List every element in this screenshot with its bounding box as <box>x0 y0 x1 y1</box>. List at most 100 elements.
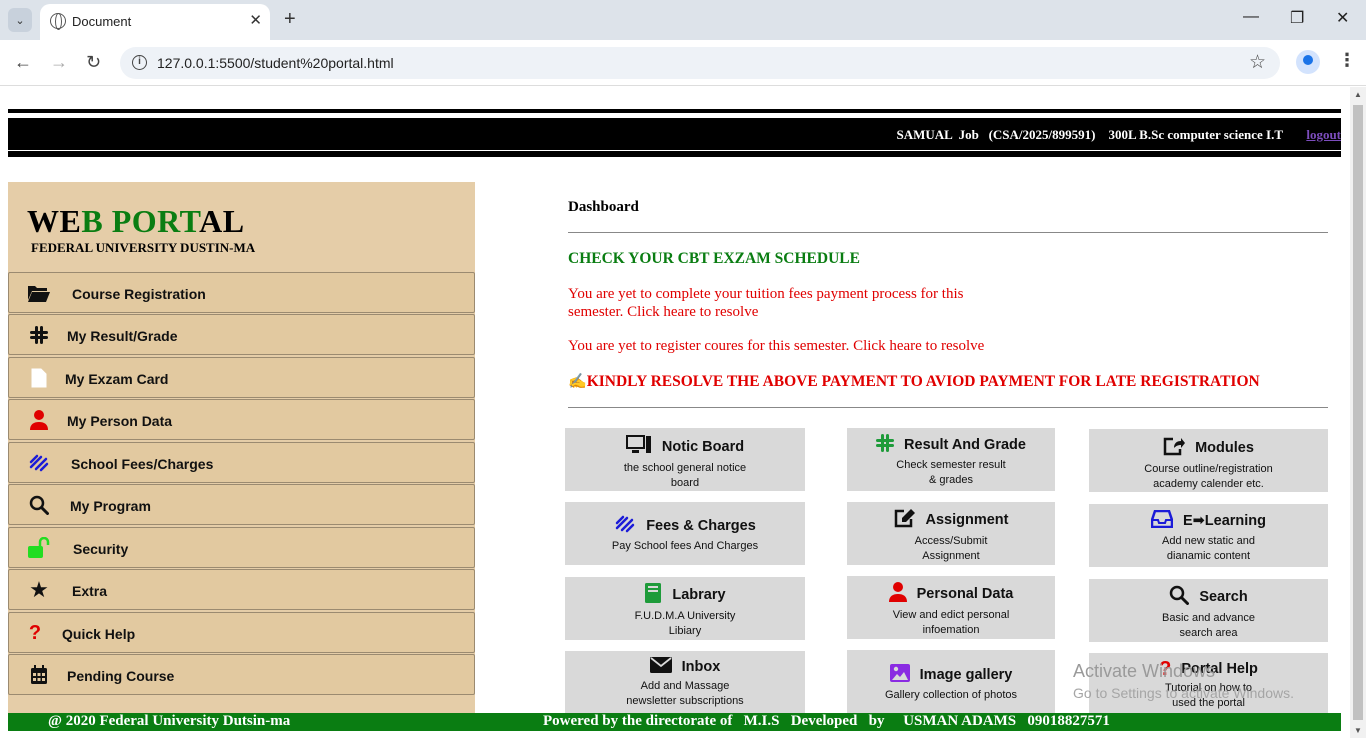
sidebar: WEB PORTAL FEDERAL UNIVERSITY DUSTIN-MA … <box>8 182 475 718</box>
scroll-up-icon[interactable]: ▲ <box>1354 90 1362 99</box>
card-notice-board[interactable]: Notic Board the school general notice boa… <box>565 428 805 491</box>
window-close-button[interactable]: ✕ <box>1336 8 1349 28</box>
payment-warning: ✍KINDLY RESOLVE THE ABOVE PAYMENT TO AVI… <box>568 373 1260 390</box>
page-viewport: SAMUAL Job (CSA/2025/899591) 300L B.Sc c… <box>0 87 1350 738</box>
user-header-bar: SAMUAL Job (CSA/2025/899591) 300L B.Sc c… <box>8 118 1341 150</box>
user-icon <box>27 408 51 432</box>
address-bar: ← → ↻ i 127.0.0.1:5500/student%20portal.… <box>0 40 1366 86</box>
fees-alert[interactable]: You are yet to complete your tuition fee… <box>568 285 963 321</box>
card-modules[interactable]: Modules Course outline/registration acade… <box>1089 429 1328 492</box>
desktop-icon <box>625 435 652 459</box>
card-title: Fees & Charges <box>646 518 756 534</box>
sidebar-item-school-fees[interactable]: School Fees/Charges <box>8 442 475 483</box>
card-e-learning[interactable]: E➡Learning Add new static and dianamic co… <box>1089 504 1328 567</box>
slack-icon <box>27 323 51 347</box>
card-title: Image gallery <box>919 667 1013 683</box>
sidebar-item-quick-help[interactable]: ? Quick Help <box>8 612 475 653</box>
top-divider <box>8 109 1341 113</box>
sidebar-item-exam-card[interactable]: My Exzam Card <box>8 357 475 398</box>
star-icon: ★ <box>29 577 49 602</box>
divider <box>568 232 1328 233</box>
card-personal-data[interactable]: Personal Data View and edict personal inf… <box>847 576 1055 639</box>
globe-icon <box>50 13 66 30</box>
portal-logo: WEB PORTAL <box>27 203 245 239</box>
logout-link[interactable]: logout <box>1306 127 1341 143</box>
cbt-schedule-link[interactable]: CHECK YOUR CBT EXZAM SCHEDULE <box>568 250 860 268</box>
user-icon <box>888 582 907 606</box>
card-desc: Access/Submit Assignment <box>914 535 988 562</box>
sidebar-item-label: Course Registration <box>72 286 206 302</box>
activate-windows-subtext: Go to Settings to activate Windows. <box>1073 685 1294 701</box>
card-title: Modules <box>1195 440 1254 456</box>
new-tab-button[interactable]: + <box>284 8 296 31</box>
edit-icon <box>894 508 916 532</box>
card-title: E➡Learning <box>1182 513 1267 529</box>
folder-open-icon <box>27 281 51 305</box>
activate-windows-watermark: Activate Windows <box>1073 661 1216 681</box>
unlock-icon <box>27 536 51 560</box>
image-icon <box>889 664 910 686</box>
sidebar-item-extra[interactable]: ★ Extra <box>8 569 475 610</box>
footer-credits: Powered by the directorate of M.I.S Deve… <box>543 713 1110 729</box>
bookmark-star-icon[interactable]: ☆ <box>1249 51 1266 74</box>
calendar-icon <box>27 663 51 687</box>
browser-menu-icon[interactable]: ⋮ <box>1338 50 1356 71</box>
url-text: 127.0.0.1:5500/student%20portal.html <box>157 55 394 71</box>
question-icon: ? <box>28 621 42 644</box>
sidebar-item-label: My Exzam Card <box>65 371 169 387</box>
card-title: Notic Board <box>661 439 745 455</box>
card-desc: Check semester result & grades <box>896 459 1006 486</box>
browser-tabbar: ⌄ Document ✕ + — ❐ ✕ <box>0 0 1366 40</box>
sidebar-item-label: My Result/Grade <box>67 328 178 344</box>
tab-search-chevron-icon[interactable]: ⌄ <box>8 8 32 32</box>
share-square-icon <box>1163 436 1186 460</box>
sidebar-item-my-result[interactable]: My Result/Grade <box>8 314 475 355</box>
sidebar-item-security[interactable]: Security <box>8 527 475 568</box>
university-name: FEDERAL UNIVERSITY DUSTIN-MA <box>31 240 256 255</box>
courses-alert[interactable]: You are yet to register coures for this … <box>568 337 984 355</box>
card-result-grade[interactable]: Result And Grade Check semester result & … <box>847 428 1055 491</box>
card-desc: Add new static and dianamic content <box>1162 535 1255 562</box>
info-icon[interactable]: i <box>132 55 147 70</box>
book-icon <box>644 583 662 607</box>
squarespace-icon <box>27 451 51 475</box>
sidebar-item-label: Extra <box>72 583 108 599</box>
sidebar-item-pending-course[interactable]: Pending Course <box>8 654 475 695</box>
sidebar-item-person-data[interactable]: My Person Data <box>8 399 475 440</box>
inbox-icon <box>1150 509 1174 532</box>
page-scrollbar[interactable]: ▲ ▼ <box>1350 87 1366 738</box>
card-title: Assignment <box>925 512 1009 528</box>
slack-icon <box>876 434 895 456</box>
sidebar-item-label: My Program <box>70 498 151 514</box>
minimize-button[interactable]: — <box>1243 8 1259 26</box>
profile-avatar-icon[interactable] <box>1296 50 1320 74</box>
card-desc: Pay School fees And Charges <box>611 540 759 552</box>
browser-tab[interactable]: Document ✕ <box>40 4 270 40</box>
reload-icon[interactable]: ↻ <box>86 52 101 73</box>
card-title: Labrary <box>672 587 726 603</box>
card-desc: View and edict personal infoemation <box>892 609 1010 636</box>
back-arrow-icon[interactable]: ← <box>14 52 32 73</box>
card-desc: Course outline/registration academy calen… <box>1144 463 1273 490</box>
search-icon <box>27 493 51 517</box>
card-fees-charges[interactable]: Fees & Charges Pay School fees And Charg… <box>565 502 805 565</box>
envelope-icon <box>649 657 672 677</box>
card-title: Inbox <box>681 659 721 675</box>
card-desc: the school general notice board <box>623 462 747 489</box>
restore-button[interactable]: ❐ <box>1290 8 1304 28</box>
user-info: SAMUAL Job (CSA/2025/899591) 300L B.Sc c… <box>896 127 1283 142</box>
url-input[interactable]: i 127.0.0.1:5500/student%20portal.html ☆ <box>120 47 1280 79</box>
sidebar-item-my-program[interactable]: My Program <box>8 484 475 525</box>
card-desc: Add and Massage newsletter subscriptions <box>626 680 744 707</box>
tab-close-icon[interactable]: ✕ <box>249 11 262 29</box>
card-assignment[interactable]: Assignment Access/Submit Assignment <box>847 502 1055 565</box>
card-image-gallery[interactable]: Image gallery Gallery collection of phot… <box>847 650 1055 713</box>
sidebar-item-course-registration[interactable]: Course Registration <box>8 272 475 313</box>
forward-arrow-icon[interactable]: → <box>50 52 68 73</box>
card-desc: F.U.D.M.A University Libiary <box>634 610 736 637</box>
scrollbar-thumb[interactable] <box>1353 105 1363 720</box>
card-library[interactable]: Labrary F.U.D.M.A University Libiary <box>565 577 805 640</box>
card-inbox[interactable]: Inbox Add and Massage newsletter subscrip… <box>565 651 805 714</box>
scroll-down-icon[interactable]: ▼ <box>1354 726 1362 735</box>
card-search[interactable]: Search Basic and advance search area <box>1089 579 1328 642</box>
